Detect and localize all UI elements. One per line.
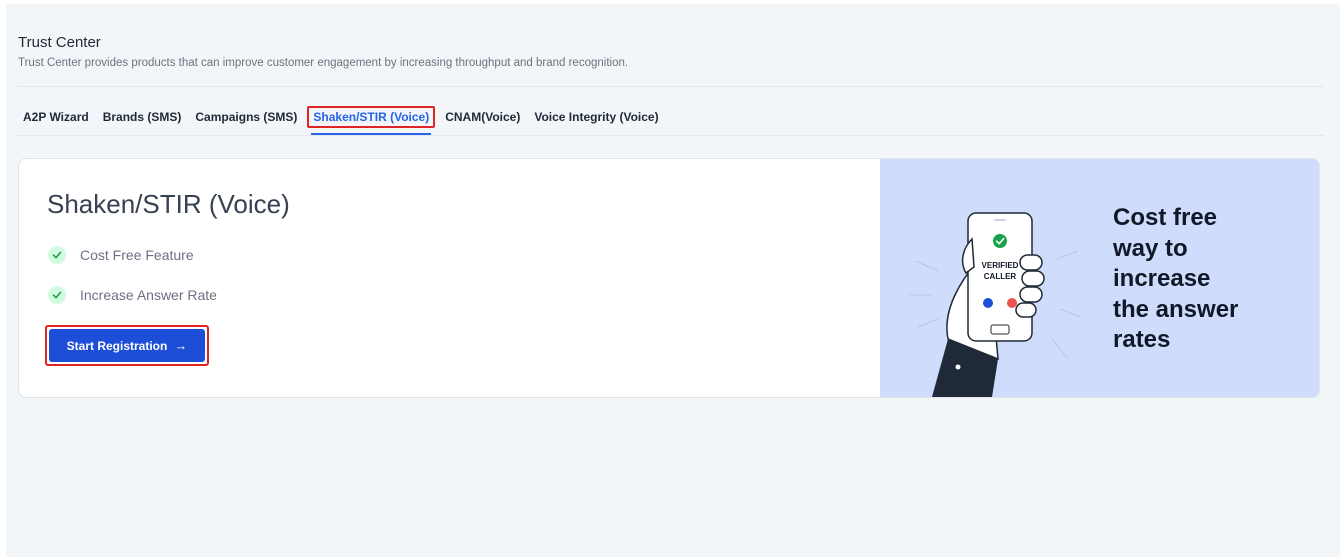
start-registration-label: Start Registration	[66, 338, 168, 353]
feature-label: Increase Answer Rate	[80, 287, 217, 303]
promo-line: increase	[1113, 265, 1211, 292]
tab-shaken-stir-voice[interactable]: Shaken/STIR (Voice)	[307, 106, 436, 135]
shaken-stir-card: Shaken/STIR (Voice) Cost Free Feature In…	[18, 158, 1320, 398]
promo-line: Cost free	[1113, 204, 1218, 231]
feature-item: Cost Free Feature	[48, 246, 194, 264]
check-icon	[48, 246, 66, 264]
start-registration-button[interactable]: Start Registration →	[49, 329, 205, 362]
arrow-right-icon: →	[174, 338, 188, 353]
promo-line: the answer	[1113, 295, 1239, 323]
tab-brands-sms[interactable]: Brands (SMS)	[96, 106, 189, 128]
promo-line: rates	[1113, 326, 1171, 353]
card-content: Shaken/STIR (Voice) Cost Free Feature In…	[19, 159, 879, 397]
feature-label: Cost Free Feature	[80, 247, 194, 263]
tab-a2p-wizard[interactable]: A2P Wizard	[16, 106, 96, 128]
start-registration-highlight: Start Registration →	[45, 325, 209, 366]
tab-voice-integrity-voice[interactable]: Voice Integrity (Voice)	[527, 106, 665, 128]
header-divider	[18, 86, 1324, 87]
promo-text: Cost free way to increase the answer rat…	[1113, 203, 1238, 356]
tabs-divider	[18, 135, 1324, 136]
feature-item: Increase Answer Rate	[48, 286, 217, 304]
page: Trust Center Trust Center provides produ…	[6, 4, 1340, 557]
badge-line-2: CALLER	[984, 272, 1017, 281]
page-title: Trust Center	[18, 34, 101, 51]
promo-panel: VERIFIED CALLER Cost free way to increas…	[880, 159, 1319, 397]
tab-campaigns-sms[interactable]: Campaigns (SMS)	[188, 106, 304, 128]
card-title: Shaken/STIR (Voice)	[47, 189, 290, 219]
page-subtitle: Trust Center provides products that can …	[18, 57, 629, 69]
tab-cnam-voice[interactable]: CNAM(Voice)	[438, 106, 527, 128]
hand-holding-phone-icon: VERIFIED CALLER	[902, 199, 1082, 397]
tab-bar: A2P Wizard Brands (SMS) Campaigns (SMS) …	[16, 106, 666, 135]
badge-line-1: VERIFIED	[982, 261, 1019, 270]
check-icon	[48, 286, 66, 304]
promo-line: way to	[1113, 234, 1188, 262]
page-header: Trust Center Trust Center provides produ…	[18, 34, 1324, 70]
